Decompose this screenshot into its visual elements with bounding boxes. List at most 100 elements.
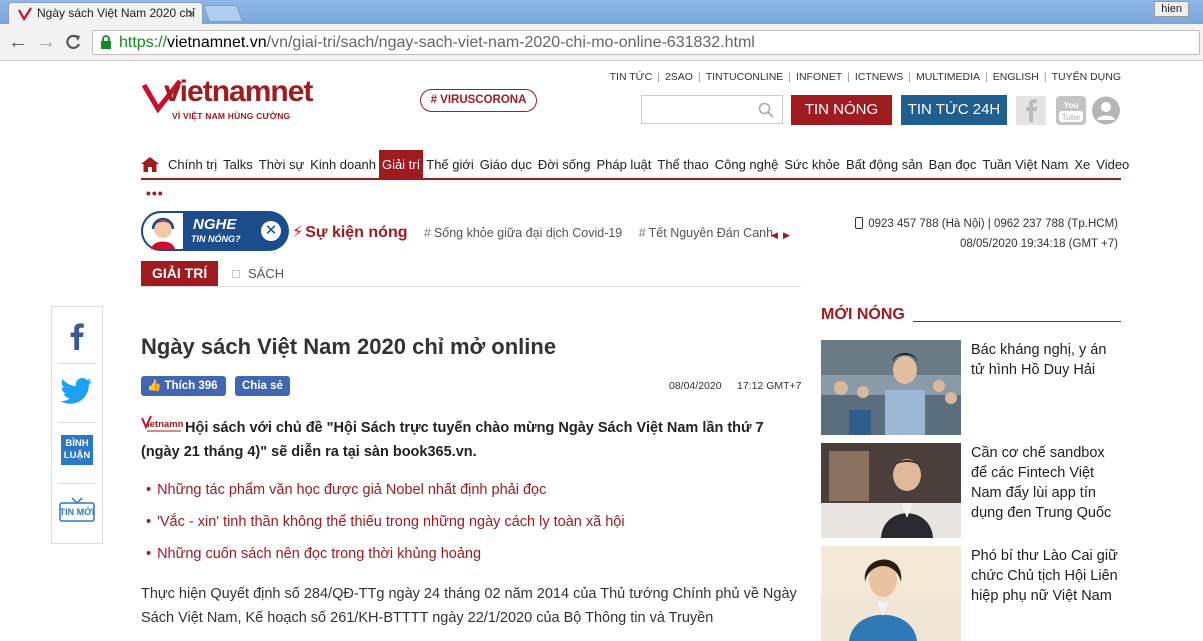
related-article-link[interactable]: • Những cuốn sách nên đọc trong thời khủn… xyxy=(146,544,625,576)
top-link[interactable]: 2SAO xyxy=(665,71,693,83)
facebook-share-button[interactable]: Chia sẻ xyxy=(235,376,290,396)
nav-more-button[interactable]: ••• xyxy=(146,186,164,200)
related-article-link[interactable]: • Những tác phẩm văn học được giả Nobel n… xyxy=(146,480,625,512)
top-link[interactable]: TINTUCONLINE xyxy=(706,71,784,83)
top-link[interactable]: INFONET xyxy=(796,71,842,83)
svg-text:You: You xyxy=(1064,101,1079,110)
youtube-icon[interactable]: You Tube xyxy=(1056,96,1086,125)
nghe-tin-nong-banner[interactable]: NGHE TIN NÓNG? ✕ xyxy=(141,211,289,251)
url-scheme: https:// xyxy=(119,34,168,51)
phone-icon xyxy=(855,217,864,229)
news-thumbnail-woman xyxy=(821,546,961,641)
top-links-separator: | xyxy=(847,71,850,83)
next-arrow-icon[interactable]: ▶ xyxy=(783,230,790,240)
tin-tuc-24h-button[interactable]: TIN TỨC 24H xyxy=(901,95,1007,125)
nav-item[interactable]: Công nghệ xyxy=(712,150,782,179)
site-logo[interactable]: vietnamnet VÌ VIỆT NAM HÙNG CƯỜNG xyxy=(142,75,313,131)
article-sapo: ietnamnet Hội sách với chủ đề "Hội Sách … xyxy=(141,415,781,464)
comment-button[interactable]: BÌNH LUẬN xyxy=(58,435,96,469)
top-link[interactable]: ENGLISH xyxy=(993,71,1039,83)
browser-tab[interactable]: Ngày sách Việt Nam 2020 chỉ × xyxy=(8,2,203,24)
twitter-share-icon[interactable] xyxy=(58,375,96,405)
nav-item[interactable]: Thời sự xyxy=(256,150,307,179)
profile-button[interactable]: hien xyxy=(1154,1,1189,17)
top-links-separator: | xyxy=(908,71,912,83)
nghe-title: NGHE xyxy=(193,216,237,233)
article-time: 17:12 GMT+7 xyxy=(737,380,802,392)
hot-events: ⚡ Sự kiện nóng # Sống khỏe giữa đại dịch C… xyxy=(292,222,773,242)
divider xyxy=(58,422,96,423)
latest-news-button[interactable]: TIN MỚI xyxy=(58,497,96,523)
sidebar-news-title: Bác kháng nghị, y án tử hình Hồ Duy Hải xyxy=(971,342,1107,378)
user-account-icon[interactable] xyxy=(1091,96,1121,125)
top-link[interactable]: MULTIMEDIA xyxy=(916,71,980,83)
top-link[interactable]: TIN TỨC xyxy=(610,71,653,83)
nav-item[interactable]: Xe xyxy=(1071,150,1093,179)
home-icon[interactable] xyxy=(141,157,159,172)
nav-item[interactable]: Sức khỏe xyxy=(781,150,843,179)
sidebar-news-item[interactable]: Phó bí thư Lào Cai giữ chức Chủ tịch Hội… xyxy=(821,546,1121,641)
search-input[interactable] xyxy=(641,95,783,124)
nav-item[interactable]: Giải trí xyxy=(378,150,424,179)
nav-item[interactable]: Đời sống xyxy=(535,150,594,179)
new-tab-button[interactable] xyxy=(202,5,244,22)
nav-item[interactable]: Pháp luật xyxy=(593,150,654,179)
top-links-separator: | xyxy=(788,71,792,83)
comment-label-line2: LUẬN xyxy=(63,450,91,461)
breadcrumb-subcategory[interactable]: SÁCH xyxy=(232,266,284,281)
logo-text: vietnamnet xyxy=(164,75,313,108)
nav-item[interactable]: Video xyxy=(1093,150,1132,179)
tin-nong-button[interactable]: TIN NÓNG xyxy=(791,95,892,125)
article-title: Ngày sách Việt Nam 2020 chỉ mở online xyxy=(141,334,557,359)
facebook-icon[interactable] xyxy=(1016,96,1046,125)
main-navigation: Chính trị Talks Thời sự Kinh doanh Giải trí T… xyxy=(141,150,1129,180)
nav-item[interactable]: Thế giới xyxy=(423,150,477,179)
tab-close-icon[interactable]: × xyxy=(187,3,195,24)
nav-list: Chính trị Talks Thời sự Kinh doanh Giải trí T… xyxy=(165,150,1132,179)
nav-item[interactable]: Giáo dục xyxy=(477,150,535,179)
thumbs-up-icon: 👍 xyxy=(147,380,162,392)
comment-label-line1: BÌNH xyxy=(65,438,89,449)
sidebar-news-item[interactable]: Bác kháng nghị, y án tử hình Hồ Duy Hải xyxy=(821,340,1121,435)
nav-item[interactable]: Kinh doanh xyxy=(307,150,379,179)
hot-event-link[interactable]: # Tết Nguyên Đán Canh xyxy=(639,226,773,240)
url-path: /vn/giai-tri/sach/ngay-sach-viet-nam-202… xyxy=(266,34,755,51)
reload-icon[interactable] xyxy=(64,33,82,51)
top-link[interactable]: TUYỂN DỤNG xyxy=(1052,71,1121,83)
top-links-separator: | xyxy=(1043,71,1047,83)
url-host: vietnamnet.vn xyxy=(167,34,267,51)
related-article-link[interactable]: • 'Vắc - xin' tinh thần không thể thiếu t… xyxy=(146,512,625,544)
listener-avatar-icon xyxy=(141,211,185,251)
hot-event-link[interactable]: # Sống khỏe giữa đại dịch Covid-19 xyxy=(424,226,622,240)
nav-item[interactable]: Bạn đọc xyxy=(926,150,980,179)
prev-arrow-icon[interactable]: ◀ xyxy=(771,230,778,240)
contact-info: 0923 457 788 (Hà Nội) | 0962 237 788 (Tp… xyxy=(855,217,1118,250)
breadcrumb: GIẢI TRÍ SÁCH xyxy=(141,261,801,287)
url-input[interactable]: https://vietnamnet.vn/vn/giai-tri/sach/n… xyxy=(92,30,1200,55)
top-links: TIN TỨC | 2SAO | TINTUCONLINE | INFONET | ICTNEW… xyxy=(610,71,1121,83)
nav-item[interactable]: Chính trị xyxy=(165,150,220,179)
divider xyxy=(58,363,96,364)
facebook-like-button[interactable]: 👍 Thích 396 xyxy=(141,376,226,396)
svg-text:ietnamnet: ietnamnet xyxy=(147,419,183,430)
viruscorona-tag-button[interactable]: # VIRUSCORONA xyxy=(420,89,537,112)
back-arrow-icon[interactable]: ← xyxy=(8,32,28,52)
top-link[interactable]: ICTNEWS xyxy=(855,71,903,83)
search-icon[interactable] xyxy=(758,102,774,118)
close-icon[interactable]: ✕ xyxy=(261,221,281,241)
article-date: 08/04/2020 xyxy=(669,380,722,392)
tab-title: Ngày sách Việt Nam 2020 chỉ xyxy=(37,6,195,20)
address-bar-row: ← → https://vietnamnet.vn/vn/giai-tri/sa… xyxy=(0,24,1203,61)
facebook-share-icon[interactable] xyxy=(58,321,96,351)
nav-item[interactable]: Bất động sản xyxy=(843,150,926,179)
breadcrumb-category[interactable]: GIẢI TRÍ xyxy=(141,261,219,286)
nav-item[interactable]: Thể thao xyxy=(654,150,711,179)
share-sidebar: BÌNH LUẬN TIN MỚI xyxy=(51,306,103,544)
lock-icon xyxy=(101,35,111,49)
nav-item[interactable]: Talks xyxy=(220,150,256,179)
forward-arrow-icon[interactable]: → xyxy=(36,32,56,52)
top-links-separator: | xyxy=(697,71,701,83)
logo-slogan: VÌ VIỆT NAM HÙNG CƯỜNG xyxy=(172,111,291,121)
nav-item[interactable]: Tuần Việt Nam xyxy=(979,150,1071,179)
sidebar-news-item[interactable]: Cần cơ chế sandbox để các Fintech Việt N… xyxy=(821,443,1121,538)
